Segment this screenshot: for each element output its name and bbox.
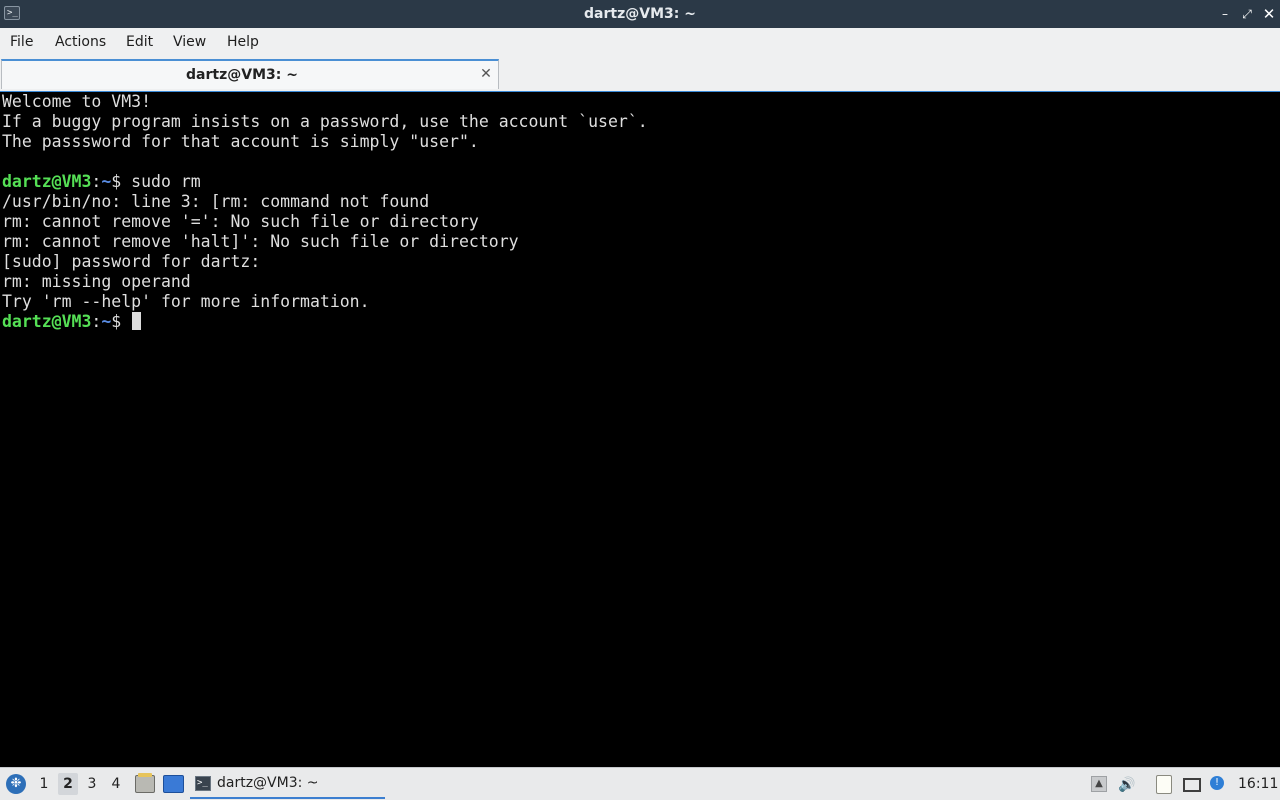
close-window-button[interactable]: ✕: [1261, 6, 1277, 22]
file-manager-icon[interactable]: [135, 773, 155, 793]
terminal-line: rm: cannot remove '=': No such file or d…: [2, 212, 479, 231]
volume-icon[interactable]: 🔊: [1118, 776, 1136, 794]
start-menu-icon[interactable]: ❉: [6, 774, 26, 794]
taskbar: ❉ 1 2 3 4 >_ dartz@VM3: ~ ▲ 🔊 ! 16:11: [0, 767, 1280, 800]
terminal-line: The passsword for that account is simply…: [2, 132, 479, 151]
prompt-user: dartz@VM3: [2, 172, 92, 191]
clipboard-icon[interactable]: [1156, 775, 1172, 794]
tray-expand-icon[interactable]: ▲: [1091, 776, 1107, 792]
prompt-path: ~: [101, 312, 112, 331]
workspace-1[interactable]: 1: [34, 773, 54, 795]
prompt-separator: :: [91, 172, 102, 191]
show-desktop-icon[interactable]: [163, 775, 184, 793]
terminal-line: /usr/bin/no: line 3: [rm: command not fo…: [2, 192, 430, 211]
task-label: dartz@VM3: ~: [217, 775, 319, 791]
tab-label: dartz@VM3: ~: [186, 67, 298, 83]
command-text: sudo rm: [131, 172, 201, 191]
desktop-screen: >_ dartz@VM3: ~ – ⤢ ✕ File Actions Edit …: [0, 0, 1280, 800]
terminal-output: Welcome to VM3! If a buggy program insist…: [0, 92, 1280, 332]
menu-view[interactable]: View: [173, 28, 206, 57]
prompt-user: dartz@VM3: [2, 312, 92, 331]
prompt-separator: :: [91, 312, 102, 331]
menu-edit[interactable]: Edit: [126, 28, 153, 57]
terminal-prompt-line: dartz@VM3:~$ sudo rm: [2, 172, 1280, 192]
menu-file[interactable]: File: [10, 28, 33, 57]
tab-close-icon[interactable]: ✕: [478, 65, 494, 83]
update-notifier-icon[interactable]: !: [1210, 776, 1224, 790]
prompt-path: ~: [101, 172, 112, 191]
window-titlebar[interactable]: >_ dartz@VM3: ~ – ⤢ ✕: [0, 0, 1280, 28]
minimize-button[interactable]: –: [1217, 6, 1233, 22]
terminal-view[interactable]: Welcome to VM3! If a buggy program insist…: [0, 91, 1280, 767]
clock[interactable]: 16:11: [1238, 768, 1278, 800]
taskbar-task-terminal[interactable]: >_ dartz@VM3: ~: [190, 770, 385, 799]
workspace-2[interactable]: 2: [58, 773, 78, 795]
terminal-line: rm: cannot remove 'halt]': No such file …: [2, 232, 519, 251]
maximize-button[interactable]: ⤢: [1239, 6, 1255, 22]
network-icon[interactable]: [1183, 778, 1201, 792]
tab-bar: dartz@VM3: ~ ✕: [0, 57, 1280, 92]
terminal-line: [sudo] password for dartz:: [2, 252, 261, 271]
terminal-line: Welcome to VM3!: [2, 92, 152, 111]
menu-actions[interactable]: Actions: [55, 28, 106, 57]
terminal-line: rm: missing operand: [2, 272, 191, 291]
terminal-line: Try 'rm --help' for more information.: [2, 292, 370, 311]
window-title: dartz@VM3: ~: [584, 6, 696, 22]
workspace-4[interactable]: 4: [106, 773, 126, 795]
tab-terminal[interactable]: dartz@VM3: ~ ✕: [1, 59, 499, 89]
menu-bar: File Actions Edit View Help: [0, 28, 1280, 57]
workspace-3[interactable]: 3: [82, 773, 102, 795]
terminal-prompt-line: dartz@VM3:~$: [2, 312, 1280, 332]
prompt-symbol: $: [111, 172, 132, 191]
prompt-symbol: $: [111, 312, 132, 331]
menu-help[interactable]: Help: [227, 28, 259, 57]
terminal-line: If a buggy program insists on a password…: [2, 112, 648, 131]
terminal-icon: >_: [195, 776, 211, 791]
terminal-cursor: [132, 312, 142, 330]
